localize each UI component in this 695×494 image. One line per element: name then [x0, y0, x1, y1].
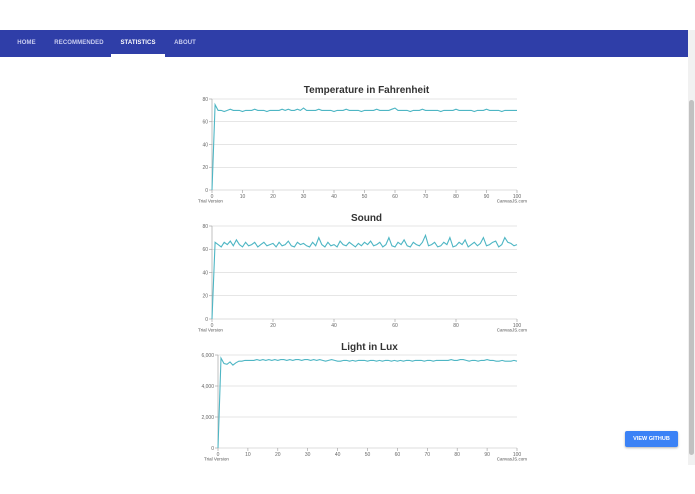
canvasjs-watermark: CanvasJS.com [497, 328, 528, 333]
x-tick-label: 50 [365, 452, 371, 458]
x-tick-label: 80 [453, 194, 459, 200]
x-tick-label: 40 [331, 194, 337, 200]
x-tick-label: 80 [454, 452, 460, 458]
series-line [211, 233, 518, 320]
chart-title: Sound [351, 213, 382, 224]
scrollbar-thumb[interactable] [689, 100, 694, 455]
x-tick-label: 90 [484, 194, 490, 200]
sound-chart: Sound0204060800 20 40 60 80 100Trial Version C… [198, 213, 527, 333]
trial-version-watermark: Trial Version [198, 328, 223, 333]
y-tick-label: 80 [202, 224, 208, 230]
x-tick-label: 90 [484, 452, 490, 458]
x-tick-label: 60 [392, 194, 398, 200]
canvasjs-watermark: CanvasJS.com [497, 199, 528, 204]
x-tick-label: 60 [392, 323, 398, 329]
x-tick-label: 20 [270, 194, 276, 200]
y-tick-label: 2,000 [201, 415, 214, 421]
y-tick-label: 20 [202, 294, 208, 300]
series-line [211, 102, 517, 191]
trial-version-watermark: Trial Version [204, 457, 229, 462]
x-tick-label: 50 [362, 194, 368, 200]
x-tick-label: 70 [425, 452, 431, 458]
canvasjs-watermark: CanvasJS.com [497, 457, 528, 462]
y-tick-label: 40 [202, 270, 208, 276]
trial-version-watermark: Trial Version [198, 199, 223, 204]
x-tick-label: 30 [301, 194, 307, 200]
y-tick-label: 6,000 [201, 353, 214, 359]
charts-area: Temperature in Fahrenheit 0 20 40 60 80 0 10 20 3… [198, 85, 527, 462]
x-tick-label: 20 [275, 452, 281, 458]
y-tick-label: 20 [202, 165, 208, 171]
y-tick-label: 40 [202, 142, 208, 148]
page-scrollbar[interactable] [688, 30, 695, 465]
light-chart: Light in Lux02,0004,0006,0000 10 20 30 40 50 6… [201, 342, 527, 462]
chart-title: Temperature in Fahrenheit [304, 85, 430, 96]
y-tick-label: 0 [211, 446, 214, 452]
x-tick-label: 30 [305, 452, 311, 458]
x-tick-label: 20 [270, 323, 276, 329]
y-tick-label: 4,000 [201, 384, 214, 390]
x-tick-label: 40 [335, 452, 341, 458]
temperature-chart: Temperature in Fahrenheit0204060800 10 20 3… [198, 85, 527, 204]
x-tick-label: 10 [240, 194, 246, 200]
series-line [217, 356, 518, 449]
y-tick-label: 80 [202, 97, 208, 103]
x-tick-label: 10 [245, 452, 251, 458]
y-tick-label: 60 [202, 120, 208, 126]
chart-title: Light in Lux [341, 342, 398, 353]
x-tick-label: 40 [331, 323, 337, 329]
x-tick-label: 60 [395, 452, 401, 458]
view-github-button[interactable]: VIEW GITHUB [625, 431, 678, 447]
y-tick-label: 0 [205, 317, 208, 323]
x-tick-label: 70 [423, 194, 429, 200]
y-tick-label: 60 [202, 247, 208, 253]
y-tick-label: 0 [205, 188, 208, 194]
x-tick-label: 80 [453, 323, 459, 329]
